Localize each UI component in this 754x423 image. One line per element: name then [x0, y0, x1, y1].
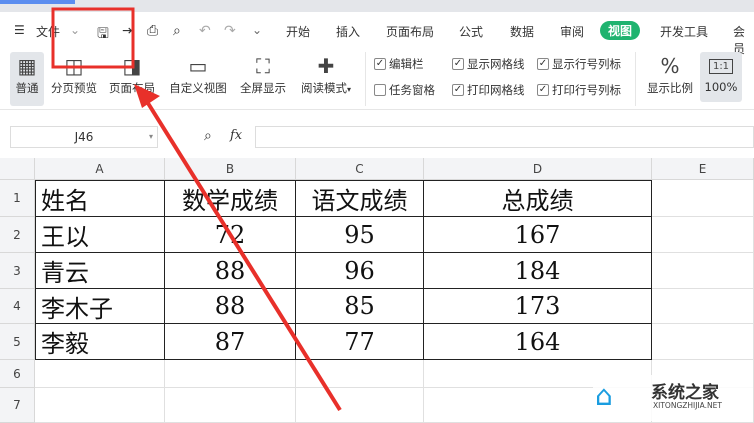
- house-logo-icon: ⌂: [595, 379, 613, 412]
- annotation-arrow: [144, 98, 342, 412]
- highlight-box: [51, 7, 135, 69]
- arrow-head: [134, 84, 160, 108]
- watermark-url: XITONGZHIJIA.NET: [653, 401, 722, 410]
- watermark-name: 系统之家: [651, 383, 719, 403]
- watermark: ⌂ 系统之家 XITONGZHIJIA.NET: [593, 375, 753, 421]
- annotation-overlay: [51, 7, 342, 412]
